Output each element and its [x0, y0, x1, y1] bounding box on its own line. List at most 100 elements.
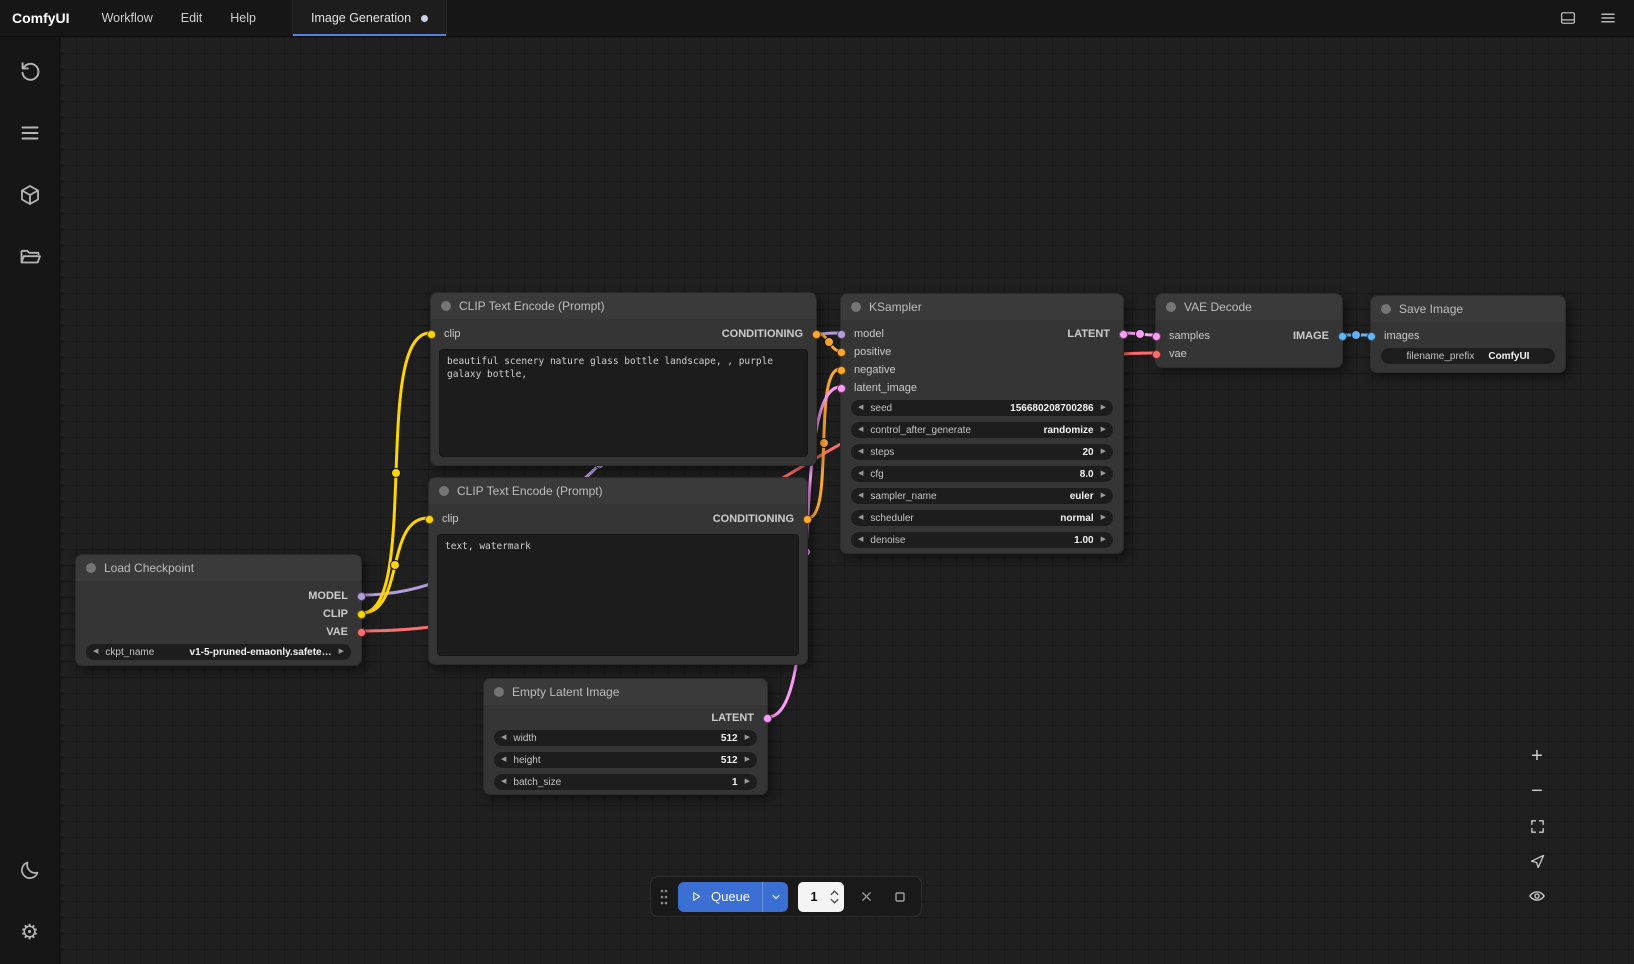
decrement-arrow-icon[interactable]: ◀: [858, 488, 863, 504]
output-port-model[interactable]: MODEL: [308, 587, 361, 605]
output-port-clip[interactable]: CLIP: [323, 605, 361, 623]
collapse-dot-icon[interactable]: [441, 301, 451, 311]
increment-arrow-icon[interactable]: ▶: [1101, 510, 1106, 526]
output-port-latent[interactable]: LATENT: [711, 709, 767, 727]
clip-port-dot[interactable]: [357, 610, 366, 619]
increment-arrow-icon[interactable]: ▶: [339, 644, 344, 660]
menu-help[interactable]: Help: [216, 0, 270, 36]
decrement-arrow-icon[interactable]: ◀: [93, 644, 98, 660]
node-title-bar[interactable]: Empty Latent Image: [484, 679, 767, 705]
clip-port-dot[interactable]: [427, 330, 436, 339]
denoise-widget[interactable]: ◀ denoise 1.00 ▶: [851, 532, 1113, 548]
decrement-arrow-icon[interactable]: ◀: [501, 730, 506, 746]
batch-count-input[interactable]: 1: [798, 882, 830, 912]
collapse-dot-icon[interactable]: [86, 563, 96, 573]
increment-arrow-icon[interactable]: ▶: [1101, 488, 1106, 504]
tab-image-generation[interactable]: Image Generation: [292, 0, 447, 36]
menu-workflow[interactable]: Workflow: [88, 0, 167, 36]
conditioning-port-dot[interactable]: [837, 366, 846, 375]
latent-port-dot[interactable]: [1152, 332, 1161, 341]
negative-prompt-textarea[interactable]: text, watermark: [437, 534, 799, 656]
input-port-model[interactable]: model: [841, 325, 884, 343]
filename-prefix-widget[interactable]: filename_prefix ComfyUI: [1381, 348, 1555, 364]
input-port-clip[interactable]: clip: [429, 510, 459, 528]
decrement-arrow-icon[interactable]: ◀: [858, 510, 863, 526]
collapse-dot-icon[interactable]: [851, 302, 861, 312]
node-library-icon[interactable]: [12, 177, 48, 213]
positive-prompt-textarea[interactable]: beautiful scenery nature glass bottle la…: [439, 349, 808, 457]
theme-toggle-moon-icon[interactable]: [12, 852, 48, 888]
node-title-bar[interactable]: VAE Decode: [1156, 294, 1342, 320]
node-title-bar[interactable]: KSampler: [841, 294, 1123, 320]
history-queue-icon[interactable]: [12, 53, 48, 89]
settings-gear-icon[interactable]: ⚙: [12, 914, 48, 950]
seed-widget[interactable]: ◀ seed 156680208700286 ▶: [851, 400, 1113, 416]
collapse-dot-icon[interactable]: [1166, 302, 1176, 312]
node-empty-latent-image[interactable]: Empty Latent Image LATENT ◀ width 512 ▶ …: [483, 678, 768, 795]
node-vae-decode[interactable]: VAE Decode samples vae IMAGE: [1155, 293, 1343, 368]
collapse-dot-icon[interactable]: [1381, 304, 1391, 314]
queue-button[interactable]: Queue: [678, 882, 762, 912]
vae-port-dot[interactable]: [357, 628, 366, 637]
zoom-in-icon[interactable]: +: [1520, 740, 1554, 772]
model-port-dot[interactable]: [357, 592, 366, 601]
steps-widget[interactable]: ◀ steps 20 ▶: [851, 444, 1113, 460]
decrement-arrow-icon[interactable]: ◀: [858, 422, 863, 438]
output-port-image[interactable]: IMAGE: [1293, 327, 1342, 345]
fit-view-icon[interactable]: [1520, 810, 1554, 842]
increment-arrow-icon[interactable]: ▶: [1101, 422, 1106, 438]
input-port-vae[interactable]: vae: [1156, 345, 1187, 363]
sampler-name-widget[interactable]: ◀ sampler_name euler ▶: [851, 488, 1113, 504]
image-port-dot[interactable]: [1338, 332, 1347, 341]
input-port-samples[interactable]: samples: [1156, 327, 1210, 345]
node-clip-text-encode-negative[interactable]: CLIP Text Encode (Prompt) clip CONDITION…: [428, 477, 808, 665]
node-ksampler[interactable]: KSampler model positive negative latent_…: [840, 293, 1124, 554]
decrement-arrow-icon[interactable]: ◀: [501, 752, 506, 768]
stop-queue-icon[interactable]: [888, 885, 912, 909]
node-title-bar[interactable]: Load Checkpoint: [76, 555, 361, 581]
decrement-arrow-icon[interactable]: ◀: [858, 466, 863, 482]
workflows-folder-icon[interactable]: [12, 239, 48, 275]
batch-count-stepper[interactable]: 1: [798, 882, 844, 912]
batch-size-widget[interactable]: ◀ batch_size 1 ▶: [494, 774, 757, 790]
ckpt-name-widget[interactable]: ◀ ckpt_name v1-5-pruned-emaonly.safete… …: [86, 644, 351, 660]
conditioning-port-dot[interactable]: [837, 348, 846, 357]
conditioning-port-dot[interactable]: [812, 330, 821, 339]
scheduler-widget[interactable]: ◀ scheduler normal ▶: [851, 510, 1113, 526]
image-port-dot[interactable]: [1367, 332, 1376, 341]
increment-arrow-icon[interactable]: ▶: [1101, 466, 1106, 482]
decrement-arrow-icon[interactable]: ◀: [858, 532, 863, 548]
output-port-vae[interactable]: VAE: [326, 623, 361, 641]
queue-options-caret[interactable]: [762, 882, 788, 912]
control-after-generate-widget[interactable]: ◀ control_after_generate randomize ▶: [851, 422, 1113, 438]
bottom-panel-toggle-icon[interactable]: [1558, 8, 1578, 28]
increment-arrow-icon[interactable]: ▶: [1101, 400, 1106, 416]
hamburger-menu-icon[interactable]: [1598, 8, 1618, 28]
output-port-latent[interactable]: LATENT: [1067, 325, 1123, 343]
drag-handle-icon[interactable]: [660, 888, 668, 906]
collapse-dot-icon[interactable]: [494, 687, 504, 697]
cfg-widget[interactable]: ◀ cfg 8.0 ▶: [851, 466, 1113, 482]
output-port-conditioning[interactable]: CONDITIONING: [713, 510, 807, 528]
node-save-image[interactable]: Save Image images filename_prefix ComfyU…: [1370, 295, 1566, 373]
menu-edit[interactable]: Edit: [167, 0, 217, 36]
increment-arrow-icon[interactable]: ▶: [745, 774, 750, 790]
decrement-chevron-icon[interactable]: [830, 898, 839, 904]
node-load-checkpoint[interactable]: Load Checkpoint MODEL CLIP VAE ◀ ckpt_na…: [75, 554, 362, 666]
collapse-dot-icon[interactable]: [439, 486, 449, 496]
select-pointer-icon[interactable]: [1520, 845, 1554, 877]
zoom-out-icon[interactable]: −: [1520, 775, 1554, 807]
increment-arrow-icon[interactable]: ▶: [1101, 532, 1106, 548]
node-title-bar[interactable]: Save Image: [1371, 296, 1565, 322]
increment-arrow-icon[interactable]: ▶: [1101, 444, 1106, 460]
increment-arrow-icon[interactable]: ▶: [745, 752, 750, 768]
node-title-bar[interactable]: CLIP Text Encode (Prompt): [431, 293, 816, 319]
width-widget[interactable]: ◀ width 512 ▶: [494, 730, 757, 746]
conditioning-port-dot[interactable]: [803, 515, 812, 524]
vae-port-dot[interactable]: [1152, 350, 1161, 359]
increment-arrow-icon[interactable]: ▶: [745, 730, 750, 746]
height-widget[interactable]: ◀ height 512 ▶: [494, 752, 757, 768]
decrement-arrow-icon[interactable]: ◀: [858, 400, 863, 416]
model-port-dot[interactable]: [837, 330, 846, 339]
logs-list-icon[interactable]: [12, 115, 48, 151]
